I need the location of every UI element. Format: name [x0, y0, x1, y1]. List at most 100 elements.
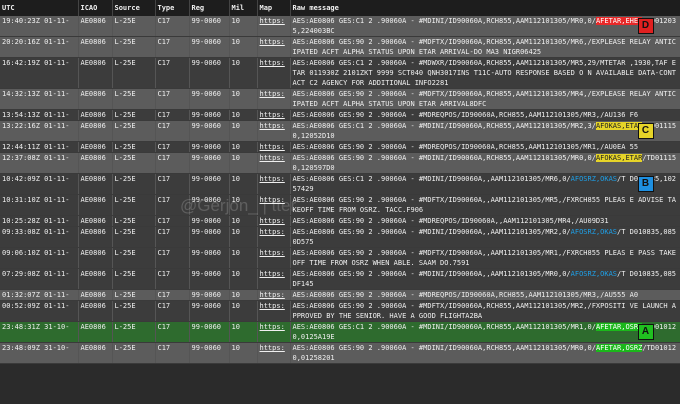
table-row[interactable]: 01:32:07Z 01-11- AE0806 L-25E C17 99-0060 10 h…	[0, 289, 680, 301]
table-row[interactable]: 07:29:08Z 01-11- AE0806 L-25E C17 99-0060 10 h…	[0, 268, 680, 290]
cell-map[interactable]: https:	[257, 88, 291, 110]
cell-utc: 09:33:08Z 01-11-	[0, 226, 79, 248]
cell-utc: 14:32:13Z 01-11-	[0, 88, 79, 110]
cell-source: L-25E	[112, 226, 156, 248]
cell-reg: 99-0060	[189, 215, 230, 227]
cell-map[interactable]: https:	[257, 194, 291, 216]
cell-map[interactable]: https:	[257, 120, 291, 142]
cell-raw-message: AES:AE0806 GES:90 2 .90060A - #MDFTX/ID9…	[290, 247, 680, 269]
table-row[interactable]: 10:31:10Z 01-11- AE0806 L-25E C17 99-0060 10 h…	[0, 194, 680, 216]
cell-icao: AE0806	[78, 120, 113, 142]
message-text: AES:AE0806 GES:C1 2 .90060A - #MDINI/ID9…	[292, 175, 571, 183]
cell-source: L-25E	[112, 300, 156, 322]
table-header: UTC ICAO Source Type Reg Mil Map Raw message	[0, 0, 680, 16]
acars-message-table: UTC ICAO Source Type Reg Mil Map Raw message 19…	[0, 0, 680, 364]
cell-utc: 10:31:10Z 01-11-	[0, 194, 79, 216]
cell-icao: AE0806	[78, 194, 113, 216]
cell-type: C17	[155, 300, 190, 322]
column-header-utc[interactable]: UTC	[0, 0, 79, 16]
cell-map[interactable]: https:	[257, 247, 291, 269]
cell-map[interactable]: https:	[257, 109, 291, 121]
cell-mil: 10	[229, 109, 258, 121]
table-row[interactable]: 09:33:08Z 01-11- AE0806 L-25E C17 99-0060 10 h…	[0, 226, 680, 248]
table-row[interactable]: 23:48:31Z 31-10- AE0806 L-25E C17 99-0060 10 h…	[0, 321, 680, 343]
cell-icao: AE0806	[78, 268, 113, 290]
table-row[interactable]: 10:42:09Z 01-11- AE0806 L-25E C17 99-0060 10 h…	[0, 173, 680, 195]
cell-type: C17	[155, 226, 190, 248]
highlighted-airport-codes: AFOKAS,	[595, 154, 626, 162]
column-header-raw-message[interactable]: Raw message	[290, 0, 680, 16]
cell-source: L-25E	[112, 173, 156, 195]
cell-mil: 10	[229, 120, 258, 142]
column-header-mil[interactable]: Mil	[229, 0, 258, 16]
cell-utc: 13:54:13Z 01-11-	[0, 109, 79, 121]
cell-source: L-25E	[112, 36, 156, 58]
cell-raw-message: AES:AE0806 GES:90 2 .90060A - #MDREQPOS/…	[290, 215, 680, 227]
cell-reg: 99-0060	[189, 57, 230, 89]
cell-reg: 99-0060	[189, 289, 230, 301]
cell-mil: 10	[229, 226, 258, 248]
column-header-map[interactable]: Map	[257, 0, 291, 16]
cell-map[interactable]: https:	[257, 57, 291, 89]
cell-utc: 10:42:09Z 01-11-	[0, 173, 79, 195]
cell-source: L-25E	[112, 16, 156, 37]
table-row[interactable]: 16:42:19Z 01-11- AE0806 L-25E C17 99-0060 10 h…	[0, 57, 680, 89]
cell-mil: 10	[229, 57, 258, 89]
cell-source: L-25E	[112, 289, 156, 301]
highlighted-airport-codes: ETAR	[625, 154, 643, 162]
table-row[interactable]: 13:22:16Z 01-11- AE0806 L-25E C17 99-0060 10 h…	[0, 120, 680, 142]
column-header-reg[interactable]: Reg	[189, 0, 230, 16]
cell-map[interactable]: https:	[257, 173, 291, 195]
cell-source: L-25E	[112, 247, 156, 269]
cell-mil: 10	[229, 36, 258, 58]
column-header-icao[interactable]: ICAO	[78, 0, 113, 16]
cell-map[interactable]: https:	[257, 342, 291, 364]
table-row[interactable]: 14:32:13Z 01-11- AE0806 L-25E C17 99-0060 10 h…	[0, 88, 680, 110]
cell-icao: AE0806	[78, 215, 113, 227]
cell-utc: 09:06:10Z 01-11-	[0, 247, 79, 269]
message-text: AES:AE0806 GES:90 2 .90060A - #MDINI/ID9…	[292, 270, 571, 278]
cell-source: L-25E	[112, 321, 156, 343]
cell-raw-message: AES:AE0806 GES:90 2 .90060A - #MDFTX/ID9…	[290, 88, 680, 110]
column-header-source[interactable]: Source	[112, 0, 156, 16]
cell-type: C17	[155, 173, 190, 195]
cell-reg: 99-0060	[189, 300, 230, 322]
cell-mil: 10	[229, 321, 258, 343]
cell-mil: 10	[229, 268, 258, 290]
cell-type: C17	[155, 16, 190, 37]
table-row[interactable]: 12:44:11Z 01-11- AE0806 L-25E C17 99-0060 10 h…	[0, 141, 680, 153]
cell-map[interactable]: https:	[257, 226, 291, 248]
column-header-type[interactable]: Type	[155, 0, 190, 16]
highlighted-airport-codes: OSRZ	[625, 344, 643, 352]
annotation-badge-b: B	[637, 176, 654, 192]
cell-map[interactable]: https:	[257, 152, 291, 174]
cell-map[interactable]: https:	[257, 268, 291, 290]
cell-raw-message: AES:AE0806 GES:C1 2 .90060A - #MDWXR/ID9…	[290, 57, 680, 89]
cell-map[interactable]: https:	[257, 16, 291, 37]
cell-map[interactable]: https:	[257, 300, 291, 322]
cell-reg: 99-0060	[189, 194, 230, 216]
table-row[interactable]: 23:48:09Z 31-10- AE0806 L-25E C17 99-0060 10 h…	[0, 342, 680, 364]
cell-utc: 19:40:23Z 01-11-	[0, 16, 79, 37]
cell-type: C17	[155, 152, 190, 174]
table-row[interactable]: 09:06:10Z 01-11- AE0806 L-25E C17 99-0060 10 h…	[0, 247, 680, 269]
cell-source: L-25E	[112, 109, 156, 121]
cell-map[interactable]: https:	[257, 141, 291, 153]
message-text: AES:AE0806 GES:90 2 .90060A - #MDFTX/ID9…	[292, 302, 677, 320]
message-text: AES:AE0806 GES:90 2 .90060A - #MDINI/ID9…	[292, 344, 596, 352]
cell-map[interactable]: https:	[257, 36, 291, 58]
cell-reg: 99-0060	[189, 109, 230, 121]
table-row[interactable]: 10:25:28Z 01-11- AE0806 L-25E C17 99-0060 10 h…	[0, 215, 680, 227]
cell-source: L-25E	[112, 120, 156, 142]
table-row[interactable]: 19:40:23Z 01-11- AE0806 L-25E C17 99-0060 10 h…	[0, 16, 680, 37]
cell-map[interactable]: https:	[257, 321, 291, 343]
table-row[interactable]: 13:54:13Z 01-11- AE0806 L-25E C17 99-0060 10 h…	[0, 109, 680, 121]
message-text: AES:AE0806 GES:90 2 .90060A - #MDINI/ID9…	[292, 154, 596, 162]
table-row[interactable]: 12:37:08Z 01-11- AE0806 L-25E C17 99-0060 10 h…	[0, 152, 680, 174]
cell-map[interactable]: https:	[257, 215, 291, 227]
cell-source: L-25E	[112, 215, 156, 227]
table-row[interactable]: 00:52:09Z 01-11- AE0806 L-25E C17 99-0060 10 h…	[0, 300, 680, 322]
table-row[interactable]: 20:20:16Z 01-11- AE0806 L-25E C17 99-0060 10 h…	[0, 36, 680, 58]
message-text: AES:AE0806 GES:90 2 .90060A - #MDFTX/ID9…	[292, 38, 677, 56]
cell-map[interactable]: https:	[257, 289, 291, 301]
